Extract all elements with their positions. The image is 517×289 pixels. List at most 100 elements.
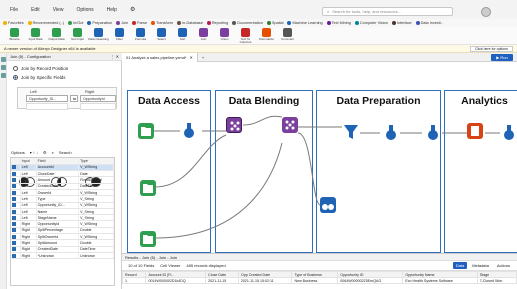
tool-label: Sort	[179, 37, 186, 41]
binoculars-node[interactable]	[320, 197, 336, 213]
left-field-empty[interactable]	[26, 103, 68, 110]
checkbox[interactable]	[12, 247, 16, 252]
checkbox[interactable]	[12, 209, 16, 214]
category-tab[interactable]: Documentation	[232, 21, 263, 25]
config-icon[interactable]	[1, 57, 6, 62]
menu-view[interactable]: View	[53, 7, 64, 13]
category-tab[interactable]: Join	[116, 21, 128, 25]
category-icon	[391, 21, 396, 25]
formula-node[interactable]	[424, 123, 440, 140]
checkbox[interactable]	[12, 165, 16, 170]
table-cell[interactable]: New Business	[291, 277, 339, 284]
checkbox[interactable]	[12, 234, 16, 239]
menu-file[interactable]: File	[10, 7, 18, 13]
category-tab[interactable]: Interface	[391, 21, 412, 25]
swap-button[interactable]: ⇆	[70, 95, 78, 102]
table-cell[interactable]: 1	[121, 277, 147, 284]
table-cell[interactable]: 7-Closed Won	[476, 277, 517, 284]
join-by-position-radio[interactable]: Join by Record Position	[13, 66, 68, 71]
tool-button[interactable]: Formula	[130, 27, 151, 41]
cell-viewer-dropdown[interactable]: Cell Viewer	[160, 263, 180, 268]
update-options-button[interactable]: Click here for options	[470, 46, 513, 52]
actions-tab[interactable]: Actions	[494, 262, 513, 269]
tool-button[interactable]: Browse	[4, 27, 25, 41]
category-tab[interactable]: Computer Vision	[354, 21, 388, 25]
checkbox[interactable]	[12, 228, 16, 233]
left-field-select[interactable]: Opportunity_ID...	[26, 95, 68, 102]
checkbox[interactable]	[12, 190, 16, 195]
browse-node[interactable]	[500, 123, 516, 140]
browse-node[interactable]	[382, 123, 398, 140]
join-node-selected[interactable]	[226, 117, 242, 133]
checkbox[interactable]	[12, 171, 16, 176]
checkbox[interactable]	[12, 241, 16, 246]
filter-node[interactable]	[342, 123, 358, 139]
checkbox[interactable]	[12, 215, 16, 220]
checkbox[interactable]	[12, 203, 16, 208]
tool-label: Union	[220, 37, 229, 41]
category-tab[interactable]: Transform	[150, 21, 173, 25]
category-tab[interactable]: Machine Learning	[287, 21, 323, 25]
tool-button[interactable]: Filter	[109, 27, 130, 41]
right-field-select[interactable]: OpportunityId	[80, 95, 116, 102]
fields-dropdown[interactable]: 10 of 10 Fields	[128, 263, 154, 268]
settings-icon[interactable]: ⚙	[43, 150, 47, 155]
input-data-node[interactable]	[140, 231, 156, 247]
results-icon[interactable]	[1, 65, 6, 70]
category-tab[interactable]: Preparation	[87, 21, 112, 25]
table-cell[interactable]: 2021-11-15	[205, 277, 239, 284]
report-node[interactable]	[467, 123, 483, 139]
table-cell[interactable]: 0064W000002Z5EmQAG	[337, 277, 404, 284]
input-data-node[interactable]	[138, 123, 154, 139]
workflow-canvas[interactable]: 01 Analyze a sales pipeline.yxmd* ✕ + ▶ …	[122, 52, 517, 253]
category-tab[interactable]: Reporting	[206, 21, 228, 25]
gear-icon[interactable]: ⚙	[130, 6, 135, 13]
category-tab[interactable]: In-Database	[177, 21, 203, 25]
category-tab[interactable]: Text Mining	[326, 21, 351, 25]
menu-edit[interactable]: Edit	[31, 7, 40, 13]
tool-button[interactable]: Comment	[277, 27, 298, 41]
menu-options[interactable]: Options	[76, 7, 93, 13]
checkbox[interactable]	[12, 222, 16, 227]
tool-button[interactable]: Summarize	[256, 27, 277, 41]
join-by-fields-radio[interactable]: Join by Specific Fields	[13, 75, 66, 80]
checkbox[interactable]	[12, 253, 16, 258]
category-tab[interactable]: Parse	[132, 21, 147, 25]
info-icon[interactable]	[1, 73, 6, 78]
join-node[interactable]	[282, 117, 298, 133]
checkbox[interactable]	[12, 178, 16, 183]
menu-help[interactable]: Help	[107, 7, 117, 13]
tool-button[interactable]: Union	[214, 27, 235, 41]
tool-button[interactable]: Select	[151, 27, 172, 41]
tool-button[interactable]: Join	[193, 27, 214, 41]
more-icon[interactable]: ⋮ ✕	[111, 54, 119, 59]
right-field-empty[interactable]	[80, 103, 116, 110]
sort-icon[interactable]: ▾ ↑ ↓	[30, 150, 38, 155]
search-input[interactable]: ⌕ Search for tools, help, and resources.…	[322, 7, 453, 16]
tool-button[interactable]: Input Data	[25, 27, 46, 41]
category-tab[interactable]: Recommended (..)	[27, 21, 64, 25]
category-tab[interactable]: In/Out	[68, 21, 83, 25]
category-tab[interactable]: Favorites	[3, 21, 24, 25]
category-icon	[27, 21, 32, 25]
table-cell[interactable]: Eco Health Systems Software	[402, 277, 478, 284]
tool-button[interactable]: Text To Columns	[235, 27, 256, 45]
metadata-tab[interactable]: Metadata	[469, 262, 492, 269]
tool-button[interactable]: Data Cleansing	[88, 27, 109, 41]
table-cell[interactable]: 0014W000002D1k4DQ	[145, 277, 207, 284]
category-tab[interactable]: Spatial	[266, 21, 283, 25]
category-tab[interactable]: Data Investi..	[415, 21, 443, 25]
tool-button[interactable]: Output Data	[46, 27, 67, 41]
options-button[interactable]: Options	[11, 150, 25, 155]
input-data-node[interactable]	[140, 180, 156, 196]
table-cell[interactable]: 2021-11-15 15:02:11	[237, 277, 293, 284]
search-button[interactable]: Search	[59, 150, 72, 155]
checkbox[interactable]	[12, 184, 16, 189]
browse-node[interactable]	[180, 121, 196, 138]
tool-button[interactable]: Text Input	[67, 27, 88, 41]
checkbox[interactable]	[12, 196, 16, 201]
data-tab[interactable]: Data	[452, 262, 468, 269]
tool-button[interactable]: Sort	[172, 27, 193, 41]
table-row[interactable]: Right *Unknown Unknown	[11, 252, 114, 260]
avatar[interactable]	[481, 7, 491, 17]
